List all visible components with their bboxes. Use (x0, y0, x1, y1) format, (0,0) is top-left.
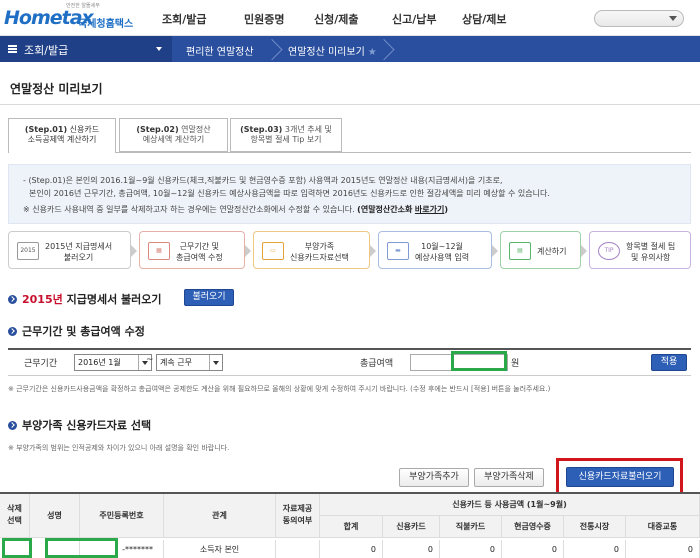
row-market: 0 (564, 540, 626, 558)
arrow-right-icon (492, 245, 498, 257)
tab-divider (116, 152, 691, 153)
col-header-delete: 삭제 선택 (0, 494, 30, 538)
col-header-cash-receipt: 현금영수증 (502, 516, 564, 538)
hometax-logo[interactable]: 안전한 알뜰세무 Hometax 국세청홈택스 (4, 2, 154, 34)
tab-step-03[interactable]: (Step.03) 3개년 추세 및 항목별 절세 Tip 보기 (230, 118, 342, 152)
divider (0, 104, 700, 105)
flow-step-tips: TIP 항목별 절세 팁및 유의사항 (589, 231, 691, 269)
breadcrumb-item-preview[interactable]: 연말정산 미리보기 ★ (288, 43, 377, 58)
nav-consult[interactable]: 상담/제보 (462, 11, 507, 27)
arrow-right-icon (370, 245, 376, 257)
row-consent (276, 540, 320, 558)
arrow-right-icon (131, 245, 137, 257)
nav-certificates[interactable]: 민원증명 (244, 11, 284, 27)
breadcrumb-bar: 조회/발급 편리한 연말정산 연말정산 미리보기 ★ (0, 36, 700, 62)
section-load-statement: 2015년 지급명세서 불러오기 (8, 291, 162, 307)
chevron-down-icon (209, 355, 222, 370)
flow-step-load: 2015 2015년 지급명세서 불러오기 (8, 231, 137, 269)
arrow-right-icon (245, 245, 251, 257)
highlight-box (556, 458, 683, 495)
arrow-bullet-icon (8, 295, 17, 304)
load-statement-button[interactable]: 불러오기 (184, 289, 234, 306)
shortcut-link[interactable]: 바로가기 (415, 205, 444, 214)
flow-step-estimate: ▬ 10월~12월 예상사용액 입력 (378, 231, 498, 269)
credit-card-icon: ▬ (387, 242, 409, 260)
nav-filing[interactable]: 신고/납부 (392, 11, 437, 27)
info-line-2: 본인이 2016년 근무기간, 총급여액, 10월~12월 신용카드 예상사용금… (29, 189, 550, 198)
start-month-select[interactable]: 2016년 1월 (74, 354, 152, 371)
col-header-relation: 관계 (164, 494, 276, 538)
flow-step-calculate: ▤ 계산하기 (500, 231, 587, 269)
col-header-consent: 자료제공 동의여부 (276, 494, 320, 538)
hamburger-icon (8, 45, 17, 53)
top-header: 안전한 알뜰세무 Hometax 국세청홈택스 조회/발급 민원증명 신청/제출… (0, 0, 700, 36)
col-header-market: 전통시장 (564, 516, 626, 538)
document-icon: 2015 (17, 242, 39, 260)
row-cash-receipt: 0 (502, 540, 564, 558)
breadcrumb-separator-icon (272, 36, 282, 62)
section-work-period: 근무기간 및 총급여액 수정 (8, 323, 145, 339)
col-header-transit: 대중교통 (626, 516, 700, 538)
col-header-rrn: 주민등록번호 (80, 494, 164, 538)
col-header-credit: 신용카드 (383, 516, 440, 538)
arrow-bullet-icon (8, 421, 17, 430)
tip-icon: TIP (598, 242, 620, 260)
work-period-row: 근무기간 2016년 1월 ~ 계속 근무 총급여액 원 적용 (8, 348, 691, 376)
info-box: - (Step.01)은 본인의 2016.1월~9월 신용카드(체크,직불카드… (8, 164, 691, 224)
menu-title: 조회/발급 (24, 44, 69, 57)
breadcrumb-separator-icon (384, 36, 394, 62)
nav-application[interactable]: 신청/제출 (314, 11, 359, 27)
breadcrumb-item-yearend[interactable]: 편리한 연말정산 (186, 43, 254, 58)
calculator-icon: ▤ (509, 242, 531, 260)
tab-step-02[interactable]: (Step.02) 연말정산 예상세액 계산하기 (119, 118, 228, 152)
end-period-select[interactable]: 계속 근무 (156, 354, 223, 371)
monitor-icon: ▭ (262, 242, 284, 260)
arrow-bullet-icon (8, 327, 17, 336)
calendar-icon: ▦ (148, 242, 170, 260)
chevron-down-icon (156, 47, 162, 51)
info-line-1: - (Step.01)은 본인의 2016.1월~9월 신용카드(체크,직불카드… (23, 176, 503, 185)
info-line-3: ※ 신용카드 사용내역 중 일부를 삭제하고자 하는 경우에는 연말정산간소화에… (23, 205, 449, 214)
menu-dropdown[interactable]: 조회/발급 (0, 36, 172, 62)
flow-step-period: ▦ 근무기간 및 총급여액 수정 (139, 231, 251, 269)
period-label: 근무기간 (24, 359, 58, 369)
highlight-box (2, 538, 32, 558)
won-unit: 원 (511, 359, 520, 369)
highlight-box (45, 538, 118, 558)
page-title: 연말정산 미리보기 (10, 82, 103, 96)
tilde: ~ (146, 355, 154, 365)
row-debit: 0 (440, 540, 502, 558)
search-dropdown[interactable] (594, 10, 684, 27)
note-dependents: ※ 부양가족의 범위는 인적공제와 차이가 있으니 아래 설명을 확인 바랍니다… (8, 444, 230, 452)
col-header-name: 성명 (30, 494, 80, 538)
row-relation: 소득자 본인 (164, 540, 276, 558)
arrow-right-icon (581, 245, 587, 257)
logo-korean: 국세청홈택스 (78, 19, 134, 30)
highlight-box (451, 351, 507, 371)
col-header-amount-group: 신용카드 등 사용금액 (1월~9월) (320, 494, 700, 516)
apply-button[interactable]: 적용 (651, 354, 687, 371)
section-dependents: 부양가족 신용카드자료 선택 (8, 417, 151, 433)
note-work-period: ※ 근무기간은 신용카드사용금액을 확정하고 총급여액은 공제한도 계산을 위해… (8, 385, 551, 393)
chevron-down-icon (669, 16, 677, 21)
salary-label: 총급여액 (360, 359, 394, 369)
row-credit: 0 (383, 540, 440, 558)
delete-dependent-button[interactable]: 부양가족삭제 (474, 468, 544, 487)
tab-step-01[interactable]: (Step.01) 신용카드 소득공제액 계산하기 (8, 118, 116, 153)
add-dependent-button[interactable]: 부양가족추가 (399, 468, 469, 487)
col-header-total: 합계 (320, 516, 383, 538)
row-transit: 0 (626, 540, 700, 558)
col-header-debit: 직불카드 (440, 516, 502, 538)
flow-step-dependents: ▭ 부양가족 신용카드자료선택 (253, 231, 376, 269)
row-total: 0 (320, 540, 383, 558)
nav-inquiry[interactable]: 조회/발급 (162, 11, 207, 27)
